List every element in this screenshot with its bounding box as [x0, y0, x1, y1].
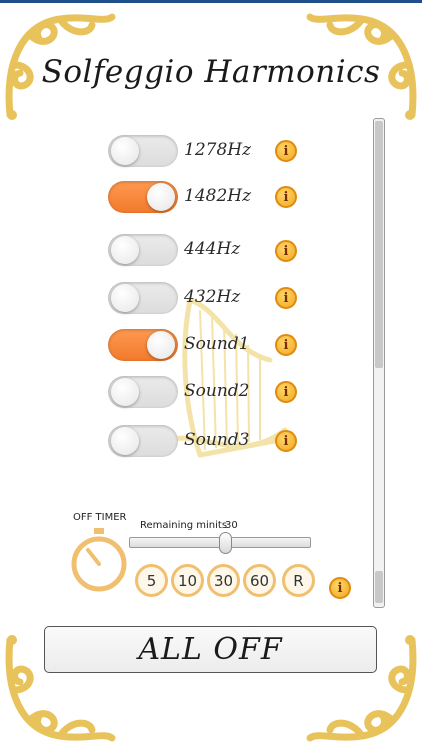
- timer-5-button[interactable]: 5: [135, 564, 168, 597]
- toggle-knob: [111, 427, 139, 455]
- toggle-knob: [111, 137, 139, 165]
- sound-label: Sound2: [184, 381, 250, 401]
- info-icon[interactable]: i: [275, 430, 297, 452]
- toggle-knob: [111, 236, 139, 264]
- sound-label: 444Hz: [184, 239, 241, 259]
- sound-toggle[interactable]: [108, 425, 178, 457]
- all-off-button[interactable]: ALL OFF: [44, 626, 377, 673]
- timer-reset-button[interactable]: R: [282, 564, 315, 597]
- status-bar-edge: [0, 0, 422, 3]
- sound-label: Sound1: [184, 334, 250, 354]
- info-icon[interactable]: i: [275, 287, 297, 309]
- remaining-label: Remaining minits: [140, 520, 228, 531]
- sound-label: 1278Hz: [184, 140, 252, 160]
- remaining-value: 30: [225, 520, 238, 531]
- info-icon[interactable]: i: [275, 186, 297, 208]
- info-icon[interactable]: i: [329, 577, 351, 599]
- sound-label: 432Hz: [184, 287, 241, 307]
- off-timer-label: OFF TIMER: [73, 512, 127, 523]
- sound-toggle[interactable]: [108, 234, 178, 266]
- toggle-knob: [147, 183, 175, 211]
- sound-toggle[interactable]: [108, 135, 178, 167]
- sound-toggle[interactable]: [108, 282, 178, 314]
- timer-10-button[interactable]: 10: [171, 564, 204, 597]
- sound-label: 1482Hz: [184, 186, 252, 206]
- sound-label: Sound3: [184, 430, 250, 450]
- sound-toggle[interactable]: [108, 376, 178, 408]
- info-icon[interactable]: i: [275, 140, 297, 162]
- toggle-knob: [111, 378, 139, 406]
- sound-toggle[interactable]: [108, 181, 178, 213]
- scrollbar-end: [375, 571, 383, 603]
- stopwatch-icon[interactable]: [70, 528, 128, 594]
- toggle-knob: [111, 284, 139, 312]
- info-icon[interactable]: i: [275, 381, 297, 403]
- toggle-knob: [147, 331, 175, 359]
- timer-30-button[interactable]: 30: [207, 564, 240, 597]
- app-title: Solfeggio Harmonics: [41, 54, 381, 90]
- info-icon[interactable]: i: [275, 240, 297, 262]
- timer-60-button[interactable]: 60: [243, 564, 276, 597]
- info-icon[interactable]: i: [275, 334, 297, 356]
- scrollbar-thumb[interactable]: [375, 121, 383, 368]
- timer-slider-thumb[interactable]: [219, 532, 232, 554]
- sound-toggle[interactable]: [108, 329, 178, 361]
- scrollbar[interactable]: [373, 118, 385, 608]
